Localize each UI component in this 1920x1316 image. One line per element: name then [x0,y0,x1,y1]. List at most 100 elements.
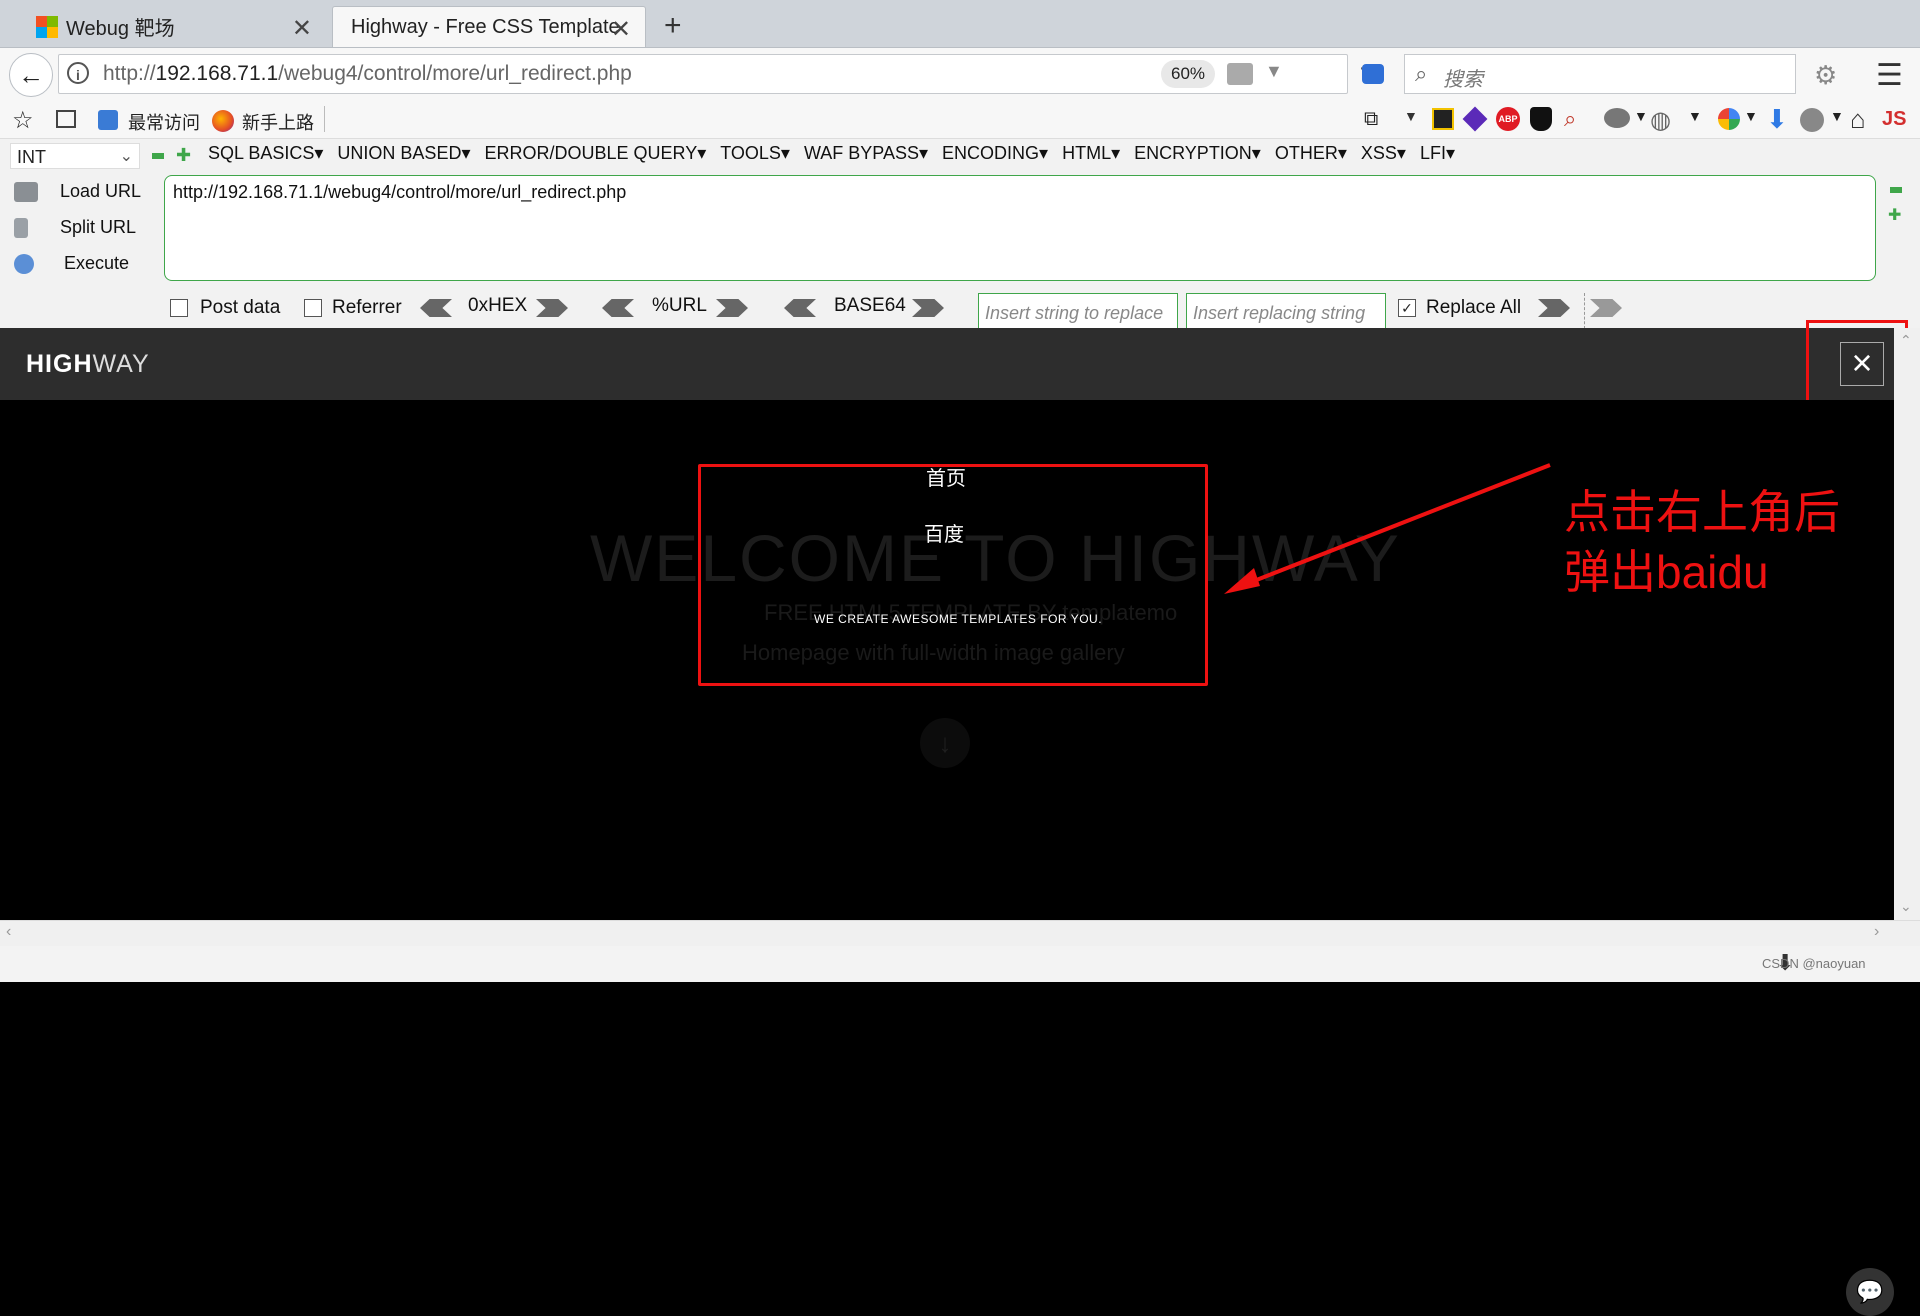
base64-label: BASE64 [834,295,906,316]
chevron-down-icon[interactable]: ▼ [1265,61,1283,82]
download-arrow-icon[interactable]: ⬇ [1766,104,1788,135]
menu-lfi[interactable]: LFI▾ [1420,143,1455,164]
js-icon[interactable]: JS [1882,108,1906,131]
menu-tools[interactable]: TOOLS▾ [720,143,790,164]
site-logo[interactable]: HIGHWAY [26,350,150,379]
firefox-icon [212,110,234,132]
plus-icon[interactable]: ✚ [176,145,191,166]
tab-webug[interactable]: Webug 靶场 ✕ [26,6,326,47]
split-url-button[interactable]: Split URL [14,217,136,239]
replace-arrow-icon[interactable] [1538,299,1570,317]
replace-to-input[interactable]: Insert replacing string [1186,293,1386,333]
close-icon[interactable]: ✕ [292,14,312,43]
info-icon[interactable]: i [67,62,89,84]
type-select[interactable]: INT ⌄ [10,143,140,169]
home-icon[interactable]: ⌂ [1850,104,1866,135]
hex-encode-arrow-icon[interactable] [536,299,568,317]
search-icon: ⌕ [1415,61,1428,86]
globe-icon[interactable] [1800,108,1824,132]
menu-html[interactable]: HTML▾ [1062,143,1120,164]
menu-other[interactable]: OTHER▾ [1275,143,1347,164]
base64-decode-arrow-icon[interactable] [784,299,816,317]
execute-button[interactable]: Execute [14,253,129,275]
menu-waf-bypass[interactable]: WAF BYPASS▾ [804,143,928,164]
annotation-highlight-close [1806,320,1908,412]
hamburger-menu-icon[interactable]: ☰ [1876,58,1903,93]
drive-icon[interactable] [1227,63,1253,85]
scissors-icon [14,218,28,239]
status-bar: ⬇ CSDN @naoyuan [0,946,1920,982]
replace-all-checkbox[interactable]: ✓ [1398,299,1416,317]
annotation-text-line2: 弹出baidu [1564,546,1769,598]
post-data-checkbox[interactable] [170,299,188,317]
scroll-down-icon[interactable]: ↓ [920,718,970,768]
minus-icon[interactable] [1890,187,1902,193]
star-icon[interactable]: ☆ [12,106,34,135]
reading-list-icon[interactable] [56,110,76,128]
chevron-down-icon[interactable]: ▼ [1404,108,1418,124]
shield-icon[interactable] [1530,107,1552,131]
base64-encode-arrow-icon[interactable] [912,299,944,317]
new-tab-icon[interactable]: + [664,9,682,43]
url-text[interactable]: http://192.168.71.1/webug4/control/more/… [103,62,632,86]
replace-arrow-alt-icon[interactable] [1590,299,1622,317]
replace-from-input[interactable]: Insert string to replace [978,293,1178,333]
window-icon[interactable]: ⧉ [1364,108,1378,131]
chevron-down-icon[interactable]: ▼ [1830,108,1844,124]
menu-union-based[interactable]: UNION BASED▾ [337,143,470,164]
hackbar-menu: SQL BASICS▾ UNION BASED▾ ERROR/DOUBLE QU… [208,143,1469,164]
load-url-button[interactable]: Load URL [14,181,141,203]
magnifier-icon[interactable]: ⌕ [1564,106,1576,132]
watermark: CSDN @naoyuan [1762,956,1866,971]
scroll-left-icon[interactable]: ‹ [6,923,11,941]
url-decode-arrow-icon[interactable] [602,299,634,317]
bookmark-most-visited[interactable]: 最常访问 [128,109,200,135]
tab-title: Highway - Free CSS Template [351,15,620,38]
palette-icon[interactable]: ◍ [1650,106,1671,135]
annotation-text-line1: 点击右上角后 [1564,486,1840,538]
menu-encryption[interactable]: ENCRYPTION▾ [1134,143,1261,164]
chevron-down-icon[interactable]: ▼ [1634,108,1648,124]
replace-all-label: Replace All [1426,297,1522,318]
load-icon [14,182,38,203]
menu-sql-basics[interactable]: SQL BASICS▾ [208,143,323,164]
zoom-level[interactable]: 60% [1161,60,1215,88]
bookmarks-bar: ☆ 最常访问 新手上路 ⧉ ▼ ABP ⌕ ▼ ◍ ▼ ▼ ⬇ ▼ ⌂ JS [0,102,1920,138]
minus-icon[interactable] [152,153,164,159]
chevron-down-icon: ⌄ [119,148,133,165]
search-input[interactable]: ⌕ 搜索 [1404,54,1796,94]
menu-encoding[interactable]: ENCODING▾ [942,143,1048,164]
chevron-down-icon[interactable]: ▼ [1688,108,1702,124]
tab-title: Webug 靶场 [66,18,175,40]
adblock-plus-icon[interactable]: ABP [1496,107,1520,131]
menu-error-double-query[interactable]: ERROR/DOUBLE QUERY▾ [484,143,706,164]
chevron-down-icon[interactable]: ▼ [1744,108,1758,124]
bookmark-getting-started[interactable]: 新手上路 [242,109,314,135]
url-textarea[interactable]: http://192.168.71.1/webug4/control/more/… [164,175,1876,281]
divider [324,106,325,132]
gear-icon[interactable]: ⚙ [1814,60,1837,91]
extension-n-icon[interactable] [1432,108,1454,130]
scroll-down-arrow-icon[interactable]: ⌄ [1900,898,1912,915]
navigation-bar: ← i http://192.168.71.1/webug4/control/m… [0,48,1920,102]
close-icon[interactable]: ✕ [611,15,631,44]
back-arrow-icon[interactable]: ← [9,53,53,97]
tab-highway[interactable]: Highway - Free CSS Template ✕ [332,6,646,47]
referrer-checkbox[interactable] [304,299,322,317]
scroll-up-icon[interactable]: ⌃ [1900,332,1912,349]
annotation-highlight-menu [698,464,1208,686]
eye-icon[interactable] [1604,108,1630,128]
url-encode-arrow-icon[interactable] [716,299,748,317]
hackbar-options: Post data Referrer 0xHEX %URL BASE64 Ins… [170,293,1870,333]
menu-xss[interactable]: XSS▾ [1361,143,1406,164]
extension-layers-icon[interactable] [1462,106,1488,132]
hex-decode-arrow-icon[interactable] [420,299,452,317]
google-icon[interactable] [1718,108,1740,130]
horizontal-scrollbar[interactable]: ‹ › [0,920,1920,947]
scroll-right-icon[interactable]: › [1874,923,1879,941]
url-bar[interactable]: i http://192.168.71.1/webug4/control/mor… [58,54,1381,94]
extension-blue-icon[interactable] [1362,64,1384,84]
vertical-scrollbar[interactable]: ⌃ ⌄ [1894,328,1920,920]
plus-icon[interactable]: ✚ [1888,205,1901,225]
chat-icon[interactable]: 💬 [1846,1268,1894,1316]
